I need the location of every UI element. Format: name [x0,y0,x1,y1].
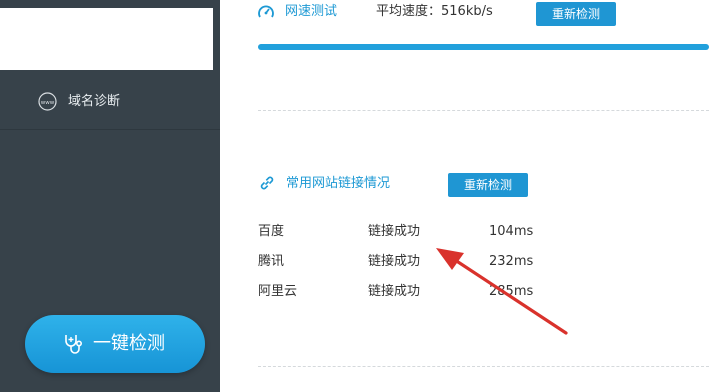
main-content: 网速测试 平均速度：516kb/s 重新检测 常用网站链接情况 重新检测 百度 … [220,0,709,392]
site-latency: 285ms [489,284,534,299]
site-recheck-button[interactable]: 重新检测 [448,173,528,197]
site-status: 链接成功 [368,224,421,239]
speed-progress-bar [258,44,709,50]
speedometer-icon [258,5,274,18]
stethoscope-icon [65,335,83,354]
site-name: 阿里云 [258,284,298,299]
site-latency: 232ms [489,254,534,269]
section-divider [258,110,709,111]
table-row: 腾讯 链接成功 232ms [258,252,709,272]
sidebar-header-panel [0,8,213,70]
sidebar-item-domain-diagnosis[interactable]: www 域名诊断 [0,78,220,130]
one-click-check-button[interactable]: 一键检测 [25,315,205,373]
section-divider [258,366,709,367]
svg-text:www: www [41,100,55,106]
speed-recheck-button[interactable]: 重新检测 [536,2,616,26]
app-window: www 域名诊断 一键检测 网速测试 平均速度：516kb/s 重新检测 常用网… [0,0,709,392]
average-speed-text: 平均速度：516kb/s [376,4,493,19]
site-name: 腾讯 [258,254,285,269]
site-check-title: 常用网站链接情况 [286,176,391,191]
sidebar: www 域名诊断 一键检测 [0,0,220,392]
site-status: 链接成功 [368,254,421,269]
speed-progress-fill [258,44,709,50]
table-row: 百度 链接成功 104ms [258,222,709,242]
sidebar-item-label: 域名诊断 [68,94,121,109]
site-latency: 104ms [489,224,534,239]
one-click-check-label: 一键检测 [93,333,165,354]
link-icon [260,176,274,190]
site-name: 百度 [258,224,285,239]
site-status: 链接成功 [368,284,421,299]
speed-test-title: 网速测试 [285,4,338,19]
table-row: 阿里云 链接成功 285ms [258,282,709,302]
www-globe-icon: www [38,92,57,111]
